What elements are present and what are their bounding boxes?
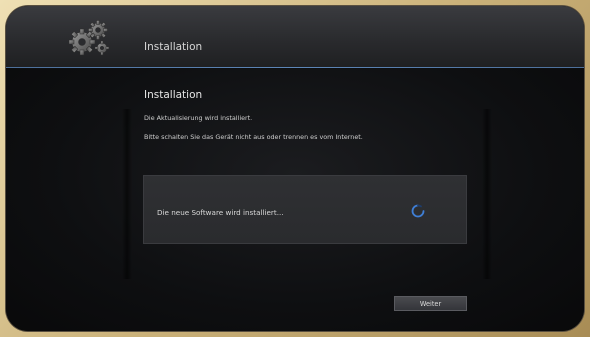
next-button[interactable]: Weiter [394, 296, 467, 311]
page-title: Installation [144, 89, 203, 101]
info-text-line2: Bitte schalten Sie das Gerät nicht aus o… [144, 133, 363, 141]
header-title: Installation [144, 41, 203, 53]
header-divider [6, 67, 584, 68]
panel-shadow-right [482, 109, 492, 279]
tv-bezel: Installation Installation Die Aktualisie… [0, 0, 590, 337]
main-content: Installation Die Aktualisierung wird ins… [6, 69, 584, 331]
gear-icon [68, 20, 110, 56]
header-bar: Installation [6, 6, 584, 68]
panel-shadow-left [122, 109, 132, 279]
status-box: Die neue Software wird installiert... [143, 175, 467, 244]
status-text: Die neue Software wird installiert... [157, 208, 284, 217]
info-text-line1: Die Aktualisierung wird installiert. [144, 114, 253, 122]
tv-screen: Installation Installation Die Aktualisie… [6, 6, 584, 331]
loading-spinner-icon [411, 204, 425, 218]
